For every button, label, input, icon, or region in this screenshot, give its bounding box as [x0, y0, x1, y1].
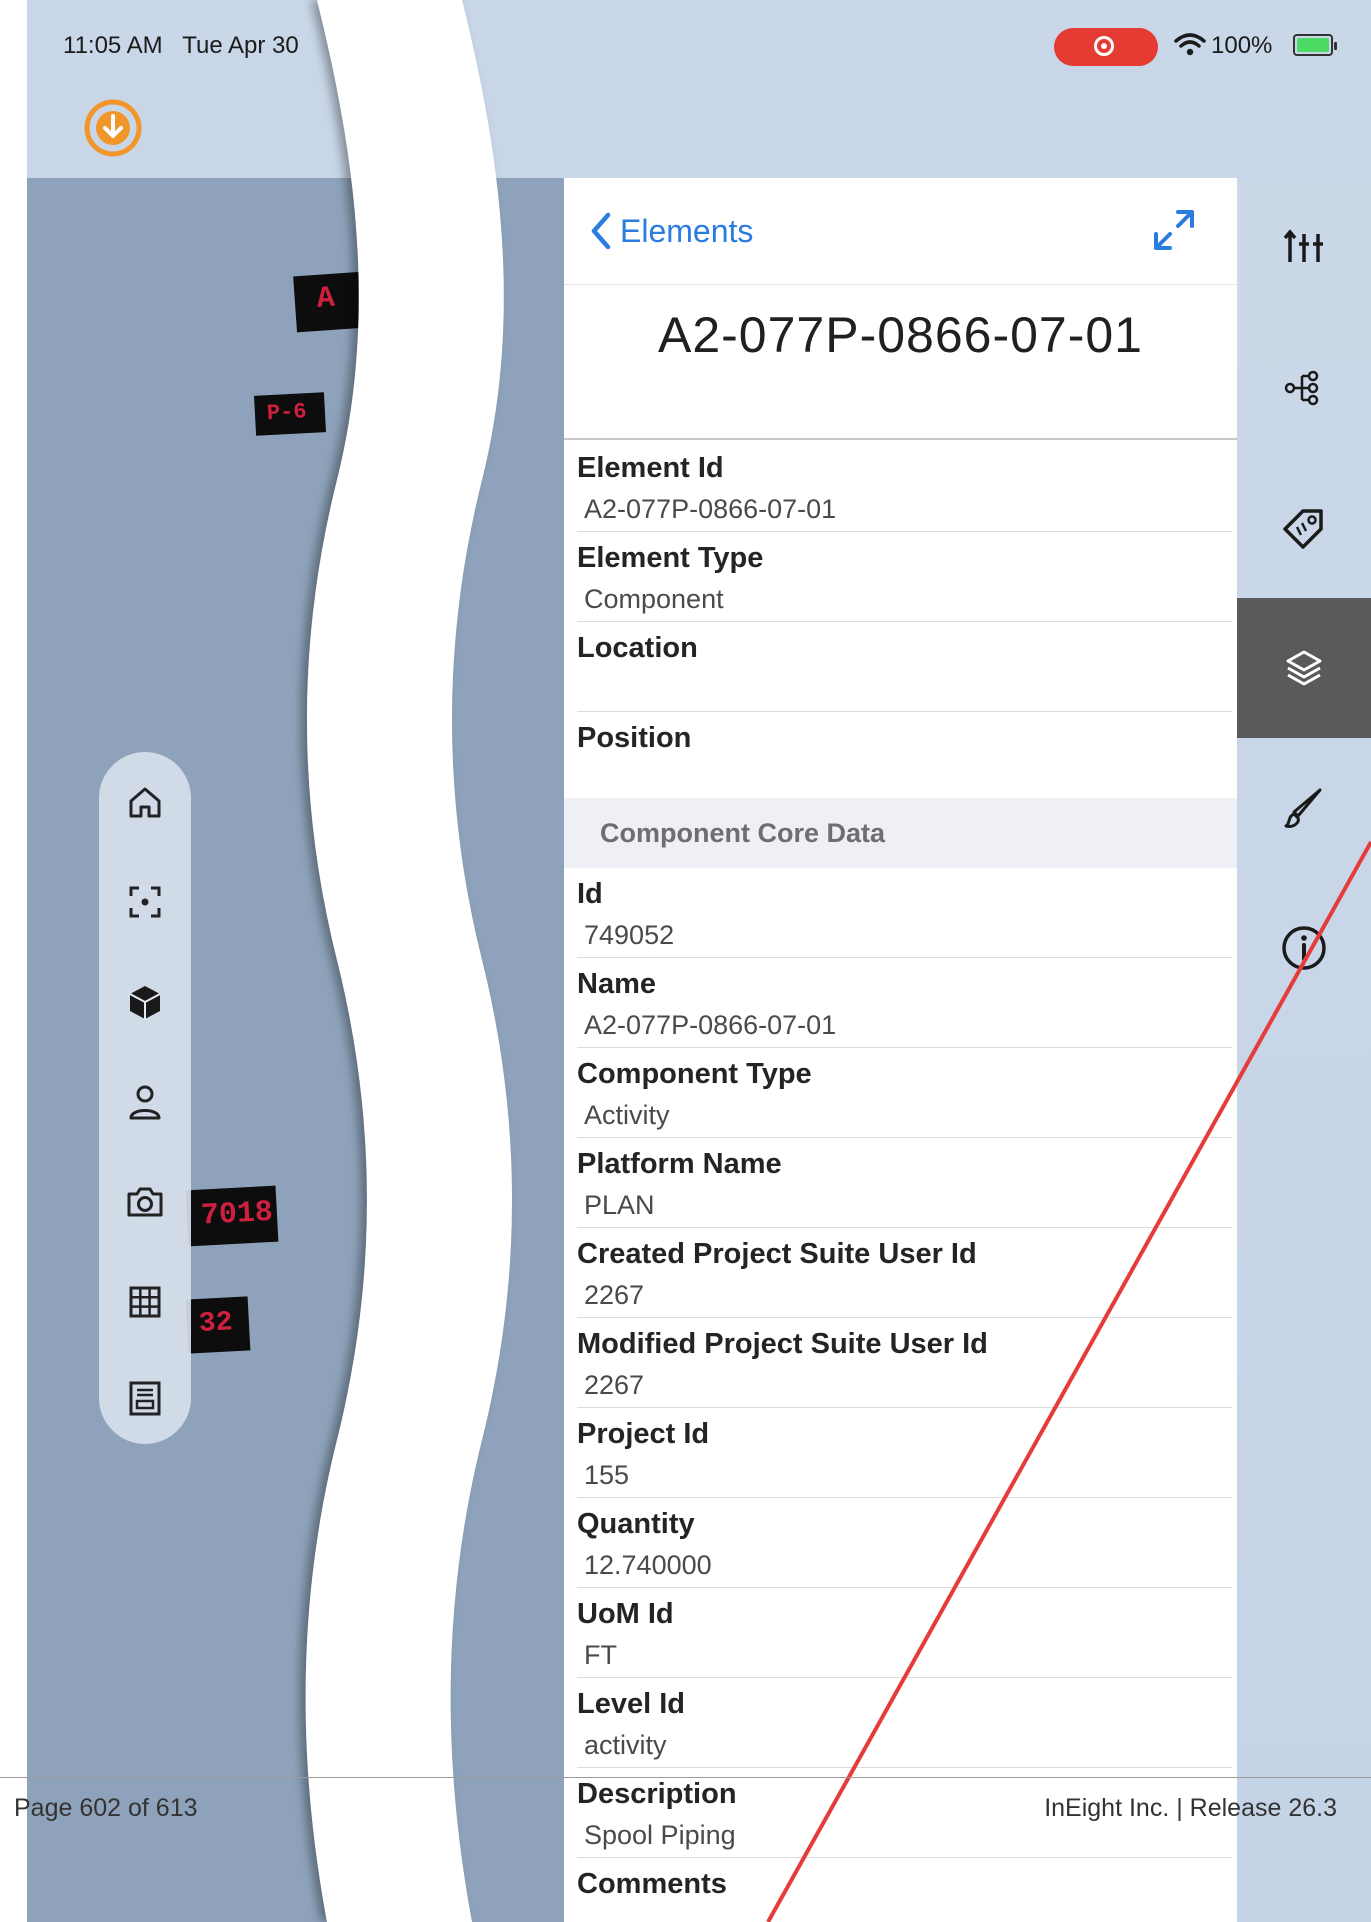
screen-recording-indicator[interactable]: [1054, 28, 1158, 66]
app-logo-icon[interactable]: [83, 98, 143, 158]
filter-sliders-icon: [1283, 229, 1323, 262]
field-comments: Comments: [564, 1858, 1237, 1922]
field-label: Component Type: [577, 1058, 812, 1090]
footer-rule: [0, 1777, 1371, 1778]
rail-button-hierarchy[interactable]: [1237, 318, 1371, 458]
element-properties-panel: Elements A2-077P-0866-07-01 Element Id A…: [564, 178, 1237, 1922]
viewer-toolbar: [99, 752, 191, 1444]
field-project-id: Project Id 155: [564, 1408, 1237, 1498]
field-label: Project Id: [577, 1418, 710, 1450]
field-modified-user-id: Modified Project Suite User Id 2267: [564, 1318, 1237, 1408]
expand-icon[interactable]: [1150, 206, 1198, 254]
app-screenshot: 11:05 AM Tue Apr 30 100% A P-6 7018 32 E…: [27, 0, 1371, 1922]
record-icon: [1094, 36, 1114, 56]
rail-button-markup[interactable]: [1237, 738, 1371, 878]
wifi-icon: [1174, 33, 1206, 56]
field-label: Name: [577, 968, 656, 1000]
field-value: activity: [584, 1730, 667, 1760]
layers-icon: [1286, 650, 1322, 686]
back-label: Elements: [620, 212, 754, 249]
rail-button-tags[interactable]: [1237, 458, 1371, 598]
info-icon: [1282, 926, 1326, 970]
field-label: UoM Id: [577, 1598, 674, 1630]
home-icon[interactable]: [125, 782, 165, 822]
camera-icon[interactable]: [125, 1182, 165, 1222]
field-value: 749052: [584, 920, 675, 950]
section-header: Component Core Data: [564, 798, 1237, 868]
field-label: Id: [577, 878, 603, 910]
torn-edge-divider: [305, 0, 512, 1922]
field-label: Platform Name: [577, 1148, 782, 1180]
field-name: Name A2-077P-0866-07-01: [564, 958, 1237, 1048]
field-value: Activity: [584, 1100, 670, 1130]
field-element-type: Element Type Component: [564, 532, 1237, 622]
field-value: FT: [584, 1640, 617, 1670]
field-label: Modified Project Suite User Id: [577, 1328, 988, 1360]
release-info: InEight Inc. | Release 26.3: [1044, 1794, 1337, 1822]
field-value: Component: [584, 584, 724, 614]
battery-icon: [1293, 34, 1337, 56]
back-to-elements-button[interactable]: Elements: [588, 208, 753, 254]
brush-icon: [1284, 788, 1322, 828]
chevron-left-icon: [591, 212, 611, 250]
rail-button-filters[interactable]: [1237, 178, 1371, 318]
field-label: Description: [577, 1778, 737, 1810]
field-label: Position: [577, 722, 692, 754]
cube-icon[interactable]: [125, 982, 165, 1022]
section-title: Component Core Data: [600, 818, 886, 848]
tree-icon: [1284, 370, 1319, 406]
panel-header: Elements: [564, 178, 1237, 285]
element-tag[interactable]: 32: [185, 1296, 251, 1354]
field-value: A2-077P-0866-07-01: [584, 494, 837, 524]
field-quantity: Quantity 12.740000: [564, 1498, 1237, 1588]
field-level-id: Level Id activity: [564, 1678, 1237, 1768]
focus-icon[interactable]: [125, 882, 165, 922]
field-value: Spool Piping: [584, 1820, 736, 1850]
divider: [564, 438, 1237, 440]
field-label: Created Project Suite User Id: [577, 1238, 977, 1270]
element-title: A2-077P-0866-07-01: [658, 307, 1143, 363]
field-position: Position: [564, 712, 1237, 798]
field-value: 2267: [584, 1280, 645, 1310]
status-time-date: 11:05 AM Tue Apr 30: [63, 32, 299, 60]
person-icon[interactable]: [125, 1082, 165, 1122]
page-number: Page 602 of 613: [14, 1794, 198, 1822]
status-bar: 11:05 AM Tue Apr 30 100%: [27, 0, 1371, 95]
grid-icon[interactable]: [125, 1282, 165, 1322]
right-tool-rail: [1237, 178, 1371, 1922]
field-label: Location: [577, 632, 698, 664]
field-value: A2-077P-0866-07-01: [584, 1010, 837, 1040]
field-location: Location: [564, 622, 1237, 712]
field-label: Element Type: [577, 542, 764, 574]
field-value: 2267: [584, 1370, 645, 1400]
field-value: 155: [584, 1460, 630, 1490]
field-value: 12.740000: [584, 1550, 712, 1580]
element-tag[interactable]: 7018: [185, 1185, 279, 1247]
battery-percentage: 100%: [1211, 32, 1273, 59]
field-label: Quantity: [577, 1508, 695, 1540]
field-element-id: Element Id A2-077P-0866-07-01: [564, 442, 1237, 532]
status-time: 11:05 AM: [63, 32, 163, 59]
sheet-icon[interactable]: [125, 1378, 165, 1418]
field-label: Element Id: [577, 452, 724, 484]
field-value: PLAN: [584, 1190, 655, 1220]
field-label: Comments: [577, 1868, 727, 1900]
field-uom-id: UoM Id FT: [564, 1588, 1237, 1678]
field-platform-name: Platform Name PLAN: [564, 1138, 1237, 1228]
field-created-user-id: Created Project Suite User Id 2267: [564, 1228, 1237, 1318]
field-component-type: Component Type Activity: [564, 1048, 1237, 1138]
rail-button-info[interactable]: [1237, 878, 1371, 1018]
tag-icon: [1283, 509, 1323, 549]
field-id: Id 749052: [564, 868, 1237, 958]
rail-button-layers[interactable]: [1237, 598, 1371, 738]
field-label: Level Id: [577, 1688, 685, 1720]
